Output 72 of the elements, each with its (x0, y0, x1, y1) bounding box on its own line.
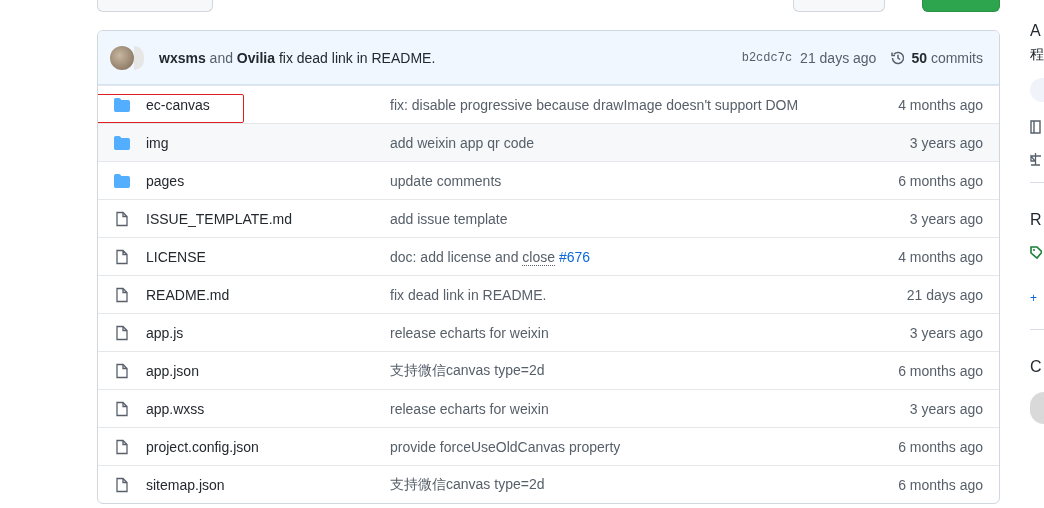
file-icon (114, 362, 130, 379)
commit-summary: wxsms and Ovilia fix dead link in README. (159, 49, 436, 66)
about-heading: A (1030, 22, 1042, 40)
commit-message: 支持微信canvas type=2d (390, 475, 545, 494)
file-name[interactable]: LICENSE (146, 248, 390, 265)
history-icon (890, 49, 907, 66)
commit-age: 6 months ago (898, 362, 983, 379)
file-row[interactable]: pages update comments 6 months ago (98, 161, 999, 199)
file-row[interactable]: README.md fix dead link in README. 21 days ago (98, 275, 999, 313)
folder-icon (114, 172, 130, 189)
file-row[interactable]: app.js release echarts for weixin 3 years ago (98, 313, 999, 351)
commit-age: 3 years ago (909, 324, 983, 341)
commit-message: fix dead link in README. (390, 286, 547, 303)
commit-count[interactable]: 50 commits (911, 49, 983, 66)
folder-icon (114, 96, 130, 113)
commit-age: 6 months ago (898, 172, 983, 189)
commit-age: 21 days ago (906, 286, 983, 303)
commit-age: 6 months ago (898, 476, 983, 493)
file-row[interactable]: project.config.json provide forceUseOldCanvas property 6 months ago (98, 427, 999, 465)
file-row[interactable]: sitemap.json 支持微信canvas type=2d 6 months ago (98, 465, 999, 503)
branch-button[interactable] (97, 0, 213, 12)
commit-message: add issue template (390, 210, 508, 227)
go-to-file-button[interactable] (793, 0, 885, 12)
file-row[interactable]: ISSUE_TEMPLATE.md add issue template 3 years ago (98, 199, 999, 237)
commit-message: 支持微信canvas type=2d (390, 361, 545, 380)
commit-age: 3 years ago (909, 134, 983, 151)
file-row[interactable]: app.json 支持微信canvas type=2d 6 months ago (98, 351, 999, 389)
avatar[interactable] (1030, 392, 1044, 424)
commit-age: 4 months ago (898, 96, 983, 113)
file-row[interactable]: app.wxss release echarts for weixin 3 years ago (98, 389, 999, 427)
book-icon (1030, 120, 1041, 134)
file-icon (114, 400, 130, 417)
file-icon (114, 438, 130, 455)
commit-message: doc: add license and close #676 (390, 248, 591, 265)
code-button[interactable] (922, 0, 1000, 12)
file-icon (114, 286, 130, 303)
commit-message: update comments (390, 172, 502, 189)
file-name[interactable]: ISSUE_TEMPLATE.md (146, 210, 390, 227)
file-name[interactable]: app.wxss (146, 400, 390, 417)
file-icon (114, 324, 130, 341)
file-name[interactable]: sitemap.json (146, 476, 390, 493)
file-name[interactable]: img (146, 134, 390, 151)
file-icon (114, 476, 130, 493)
file-name[interactable]: app.json (146, 362, 390, 379)
commit-age: 21 days ago (800, 49, 877, 66)
commit-age: 4 months ago (898, 248, 983, 265)
commit-message: release echarts for weixin (390, 324, 549, 341)
commit-message: provide forceUseOldCanvas property (390, 438, 621, 455)
description: 程 (1030, 46, 1044, 64)
commit-message: fix: disable progressive because drawImage doesn't support DOM (390, 96, 799, 113)
commit-age: 3 years ago (909, 210, 983, 227)
plus-link[interactable]: + (1030, 291, 1044, 305)
commit-age: 6 months ago (898, 438, 983, 455)
commit-sha[interactable]: b2cdc7c (741, 50, 793, 65)
folder-icon (114, 134, 130, 151)
file-name[interactable]: app.js (146, 324, 390, 341)
file-row[interactable]: img add weixin app qr code 3 years ago (98, 123, 999, 161)
issue-link[interactable]: #676 (558, 248, 591, 265)
commit-message: release echarts for weixin (390, 400, 549, 417)
file-name[interactable]: README.md (146, 286, 390, 303)
commit-message: add weixin app qr code (390, 134, 534, 151)
contributors-heading: C (1030, 358, 1043, 376)
file-row[interactable]: LICENSE doc: add license and close #676 4 months ago (98, 237, 999, 275)
file-name[interactable]: ec-canvas (146, 96, 390, 113)
commit-age: 3 years ago (909, 400, 983, 417)
file-name[interactable]: pages (146, 172, 390, 189)
file-icon (114, 210, 130, 227)
file-icon (114, 248, 130, 265)
avatar[interactable] (110, 45, 134, 70)
releases-heading: R (1030, 211, 1043, 229)
file-name[interactable]: project.config.json (146, 438, 390, 455)
tag-icon (1030, 245, 1042, 261)
